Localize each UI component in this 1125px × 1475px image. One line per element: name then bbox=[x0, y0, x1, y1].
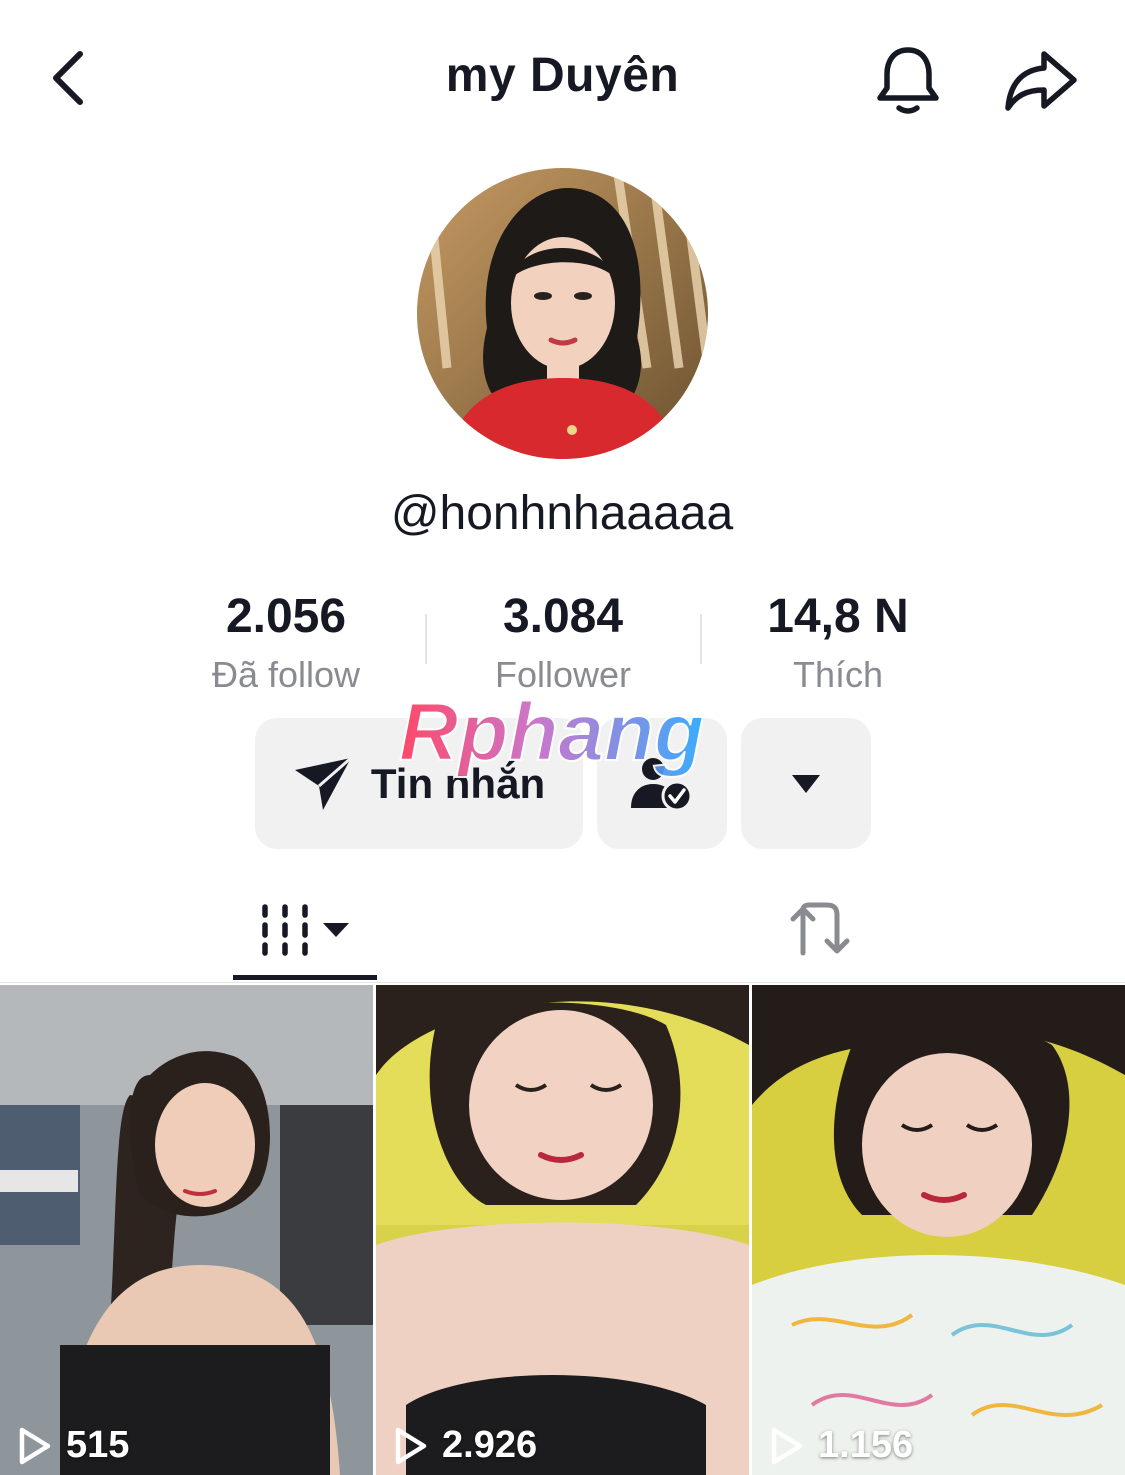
avatar[interactable] bbox=[417, 168, 708, 459]
page-title: my Duyên bbox=[445, 49, 680, 102]
back-button[interactable] bbox=[30, 40, 105, 115]
send-icon bbox=[294, 756, 352, 810]
view-count-value: 1.156 bbox=[818, 1424, 914, 1466]
view-count: 2.926 bbox=[394, 1424, 537, 1467]
following-count: 2.056 bbox=[225, 590, 347, 643]
play-icon bbox=[19, 1427, 51, 1464]
share-icon bbox=[1004, 51, 1077, 111]
video-thumbnail[interactable]: 1.156 bbox=[752, 985, 1125, 1475]
likes-count: 14,8 N bbox=[767, 590, 909, 643]
tab-active-indicator bbox=[233, 975, 377, 980]
chevron-left-icon bbox=[52, 50, 83, 105]
play-icon bbox=[395, 1427, 427, 1464]
following-label: Đã follow bbox=[211, 654, 361, 695]
view-count-value: 2.926 bbox=[442, 1424, 538, 1466]
tab-reposts[interactable] bbox=[750, 880, 890, 980]
view-count: 515 bbox=[18, 1424, 129, 1467]
view-count-value: 515 bbox=[66, 1424, 130, 1466]
username: @honhnhaaaaa bbox=[390, 487, 734, 540]
likes-stat[interactable]: 14,8 N Thích bbox=[708, 588, 968, 704]
svg-text:Rphang: Rphang bbox=[399, 688, 704, 778]
tab-videos[interactable] bbox=[233, 880, 377, 980]
repost-icon bbox=[790, 902, 850, 956]
more-options-button[interactable] bbox=[741, 718, 871, 849]
caret-down-icon bbox=[792, 774, 820, 793]
profile-header: my Duyên bbox=[0, 0, 1125, 150]
view-count: 1.156 bbox=[770, 1424, 913, 1467]
likes-label: Thích bbox=[792, 654, 884, 695]
grid-bars-icon bbox=[262, 904, 349, 956]
bell-icon bbox=[877, 47, 939, 114]
tab-divider bbox=[0, 982, 1125, 983]
watermark-logo: Rphang bbox=[395, 686, 735, 784]
notification-button[interactable] bbox=[868, 40, 948, 120]
following-stat[interactable]: 2.056 Đã follow bbox=[156, 588, 416, 704]
video-thumbnail[interactable]: 515 bbox=[0, 985, 373, 1475]
play-icon bbox=[771, 1427, 803, 1464]
followers-count: 3.084 bbox=[502, 590, 624, 643]
video-thumbnail[interactable]: 2.926 bbox=[376, 985, 749, 1475]
followers-stat[interactable]: 3.084 Follower bbox=[433, 588, 693, 704]
stat-divider bbox=[425, 614, 427, 664]
stat-divider bbox=[700, 614, 702, 664]
share-button[interactable] bbox=[998, 40, 1083, 120]
